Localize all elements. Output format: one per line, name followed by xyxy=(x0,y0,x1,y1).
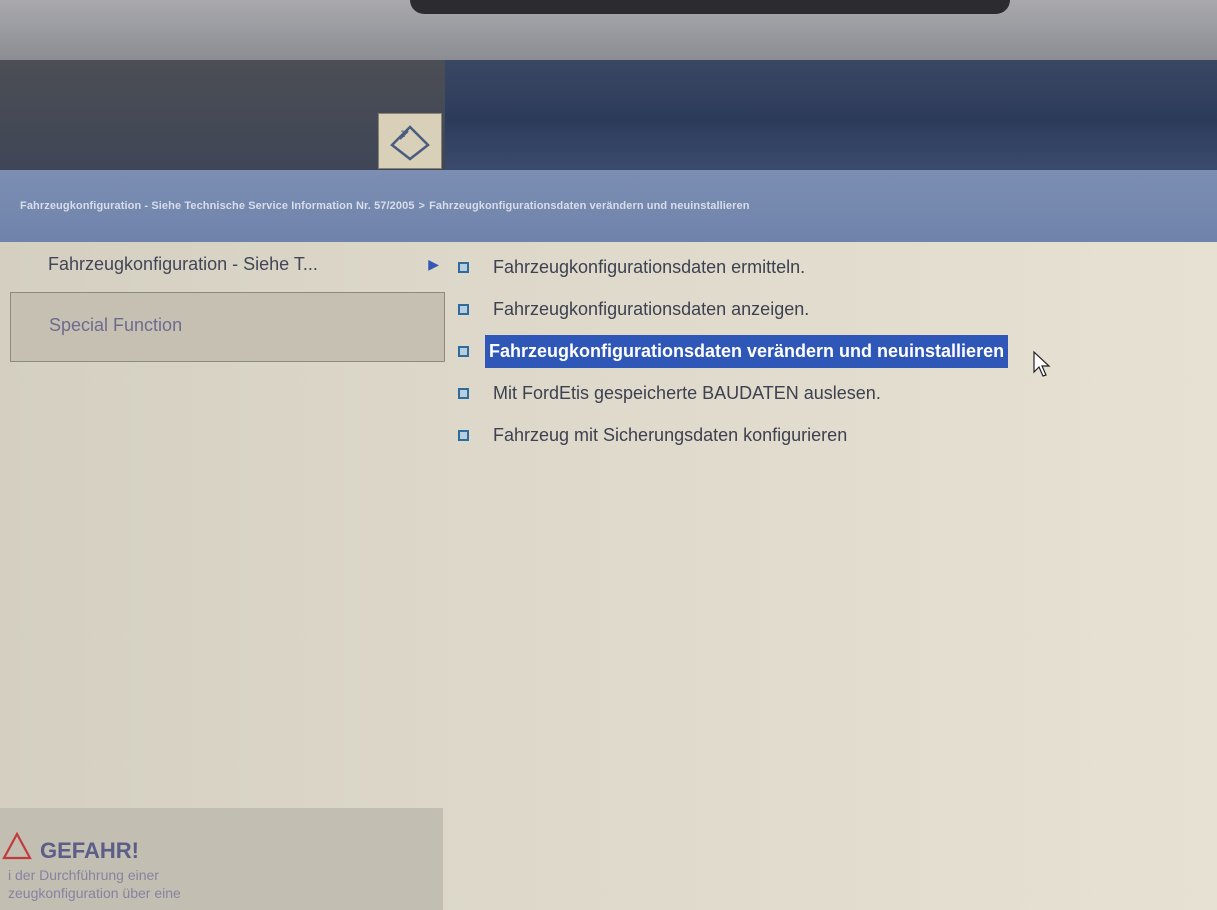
menu-item-anzeigen[interactable]: Fahrzeugkonfigurationsdaten anzeigen. xyxy=(458,288,1178,330)
breadcrumb-separator: > xyxy=(418,200,426,212)
menu-bullet-icon xyxy=(458,303,469,315)
mouse-pointer-icon xyxy=(1030,350,1060,385)
menu-item-label: Fahrzeug mit Sicherungsdaten konfigurier… xyxy=(493,424,848,445)
menu-item-baudaten-auslesen[interactable]: Mit FordEtis gespeicherte BAUDATEN ausle… xyxy=(458,372,1178,414)
menu-item-veraendern-neuinstallieren[interactable]: Fahrzeugkonfigurationsdaten verändern un… xyxy=(458,330,1178,372)
menu-item-label: Fahrzeugkonfigurationsdaten anzeigen. xyxy=(493,298,810,319)
menu-item-label: Mit FordEtis gespeicherte BAUDATEN ausle… xyxy=(493,382,881,403)
menu-bullet-icon xyxy=(458,345,469,357)
warning-title: GEFAHR! xyxy=(40,838,139,863)
sidebar-item-label: Special Function xyxy=(49,315,183,335)
sidebar-item-special-function[interactable]: Special Function xyxy=(10,292,445,362)
monitor-bezel-shadow xyxy=(410,0,1010,14)
menu-item-sicherungsdaten-konfigurieren[interactable]: Fahrzeug mit Sicherungsdaten konfigurier… xyxy=(458,414,1178,456)
warning-text-line: i der Durchführung einer xyxy=(8,867,159,883)
app-logo-icon[interactable]: 1 xyxy=(378,113,442,169)
breadcrumb-item[interactable]: Fahrzeugkonfiguration - Siehe Technische… xyxy=(20,200,415,212)
breadcrumb-item-current: Fahrzeugkonfigurationsdaten verändern un… xyxy=(429,200,750,212)
warning-panel: GEFAHR! i der Durchführung einer zeugkon… xyxy=(0,808,443,910)
sidebar-item-fahrzeugkonfiguration[interactable]: Fahrzeugkonfiguration - Siehe T... ▶ xyxy=(10,242,445,286)
chevron-right-icon: ▶ xyxy=(428,255,439,272)
menu-bullet-icon xyxy=(458,429,469,441)
menu-bullet-icon xyxy=(458,387,469,399)
function-menu: Fahrzeugkonfigurationsdaten ermitteln. F… xyxy=(458,246,1178,456)
menu-item-ermitteln[interactable]: Fahrzeugkonfigurationsdaten ermitteln. xyxy=(458,246,1178,288)
sidebar-item-label: Fahrzeugkonfiguration - Siehe T... xyxy=(48,253,318,274)
menu-item-label: Fahrzeugkonfigurationsdaten verändern un… xyxy=(485,334,1009,368)
svg-text:1: 1 xyxy=(400,130,406,140)
menu-item-label: Fahrzeugkonfigurationsdaten ermitteln. xyxy=(493,256,806,277)
menu-bullet-icon xyxy=(458,261,469,273)
breadcrumb: Fahrzeugkonfiguration - Siehe Technische… xyxy=(0,170,1217,242)
warning-text: i der Durchführung einer zeugkonfigurati… xyxy=(8,866,181,902)
warning-triangle-icon xyxy=(2,831,32,865)
warning-text-line: zeugkonfiguration über eine xyxy=(8,885,181,901)
